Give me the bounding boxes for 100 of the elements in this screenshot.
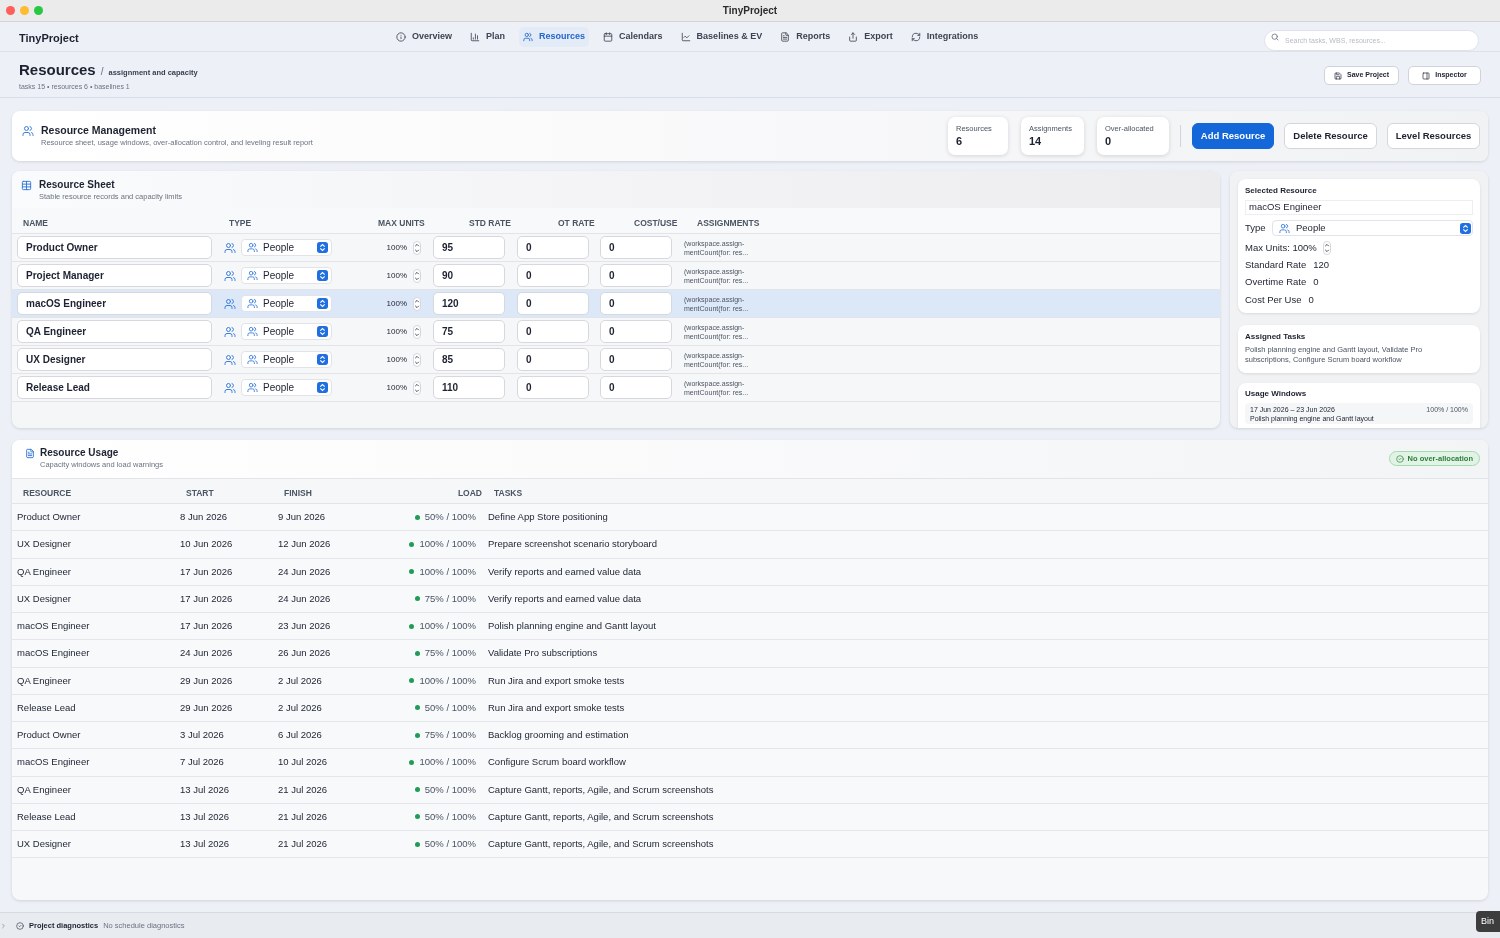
table-cell: Run Jira and export smoke tests — [488, 673, 625, 688]
cost-field[interactable]: 0 — [600, 292, 672, 315]
column-header: ASSIGNMENTS — [697, 217, 760, 228]
card-title: Resource Sheet — [39, 179, 116, 191]
name-field[interactable]: Project Manager — [17, 264, 212, 287]
table-cell-text: UX Designer — [17, 537, 72, 552]
cost-field[interactable]: 0 — [600, 236, 672, 259]
stepper-icon[interactable] — [413, 324, 421, 339]
cost-field[interactable]: 0 — [600, 376, 672, 399]
table-cell: Prepare screenshot scenario storyboard — [488, 537, 657, 552]
users-icon — [1279, 222, 1290, 234]
table-cell-text: Define App Store positioning — [488, 510, 608, 524]
rate-field[interactable]: 0 — [517, 320, 589, 343]
close-icon[interactable] — [6, 6, 15, 15]
name-field[interactable]: macOS Engineer — [17, 292, 212, 315]
type-select[interactable]: People — [241, 323, 332, 340]
users-icon — [523, 31, 534, 42]
rate-field[interactable]: 110 — [433, 376, 505, 399]
calendar-icon — [603, 31, 614, 42]
search-icon — [1271, 32, 1279, 41]
column-header: START — [186, 488, 214, 498]
field-label: Type — [1245, 220, 1267, 235]
max-units-value: 100% — [386, 353, 407, 366]
cost-field[interactable]: 0 — [600, 320, 672, 343]
select-arrows-icon — [317, 242, 328, 253]
table-cell-text: 24 Jun 2026 — [180, 646, 234, 661]
stepper-icon[interactable] — [413, 268, 421, 283]
cost-field[interactable]: 0 — [600, 348, 672, 371]
rate-field[interactable]: 90 — [433, 264, 505, 287]
rate-field[interactable]: 95 — [433, 236, 505, 259]
action-button[interactable]: Delete Resource — [1284, 123, 1377, 149]
rate-field[interactable]: 0 — [517, 264, 589, 287]
name-field[interactable]: QA Engineer — [17, 320, 212, 343]
load-value: 75% / 100% — [424, 591, 476, 606]
column-header: OT RATE — [558, 217, 595, 228]
name-field[interactable]: Release Lead — [17, 376, 212, 399]
type-select[interactable]: People — [241, 295, 332, 312]
rate-field[interactable]: 0 — [517, 236, 589, 259]
bar-chart-icon — [470, 31, 481, 42]
type-select[interactable]: People — [241, 239, 332, 256]
table-cell-text: 2 Jul 2026 — [278, 673, 323, 688]
users-icon — [224, 353, 236, 366]
type-select[interactable]: People — [241, 379, 332, 396]
table-cell-text: 17 Jun 2026 — [180, 619, 234, 633]
chevron-icon[interactable] — [0, 921, 7, 930]
users-icon — [247, 326, 258, 337]
rate-field[interactable]: 75 — [433, 320, 505, 343]
card-title: Resource Management — [41, 124, 157, 137]
action-button[interactable]: Add Resource — [1192, 123, 1274, 149]
stat-value: 6 — [956, 134, 964, 148]
load-value: 75% / 100% — [424, 646, 476, 661]
name-field[interactable]: Product Owner — [17, 236, 212, 259]
stepper-icon[interactable] — [413, 380, 421, 395]
stepper-icon[interactable] — [413, 296, 421, 311]
max-units-value: 100% — [386, 297, 407, 310]
card-title: Resource Usage — [40, 447, 120, 459]
zoom-icon[interactable] — [34, 6, 43, 15]
nav-tab[interactable]: Calendars — [599, 26, 667, 47]
table-cell-text: QA Engineer — [17, 673, 72, 688]
nav-tab[interactable]: Resources — [519, 26, 590, 47]
section-title: Assigned Tasks — [1245, 332, 1307, 342]
nav-tab[interactable]: Integrations — [906, 26, 983, 47]
column-header: COST/USE — [634, 217, 678, 228]
table-cell-text: QA Engineer — [17, 782, 72, 797]
rate-field[interactable]: 0 — [517, 348, 589, 371]
table-cell-text: Release Lead — [17, 700, 77, 715]
users-icon — [224, 325, 236, 338]
stepper-icon[interactable] — [1322, 241, 1331, 255]
type-select[interactable]: People — [1272, 220, 1473, 236]
load-value: 75% / 100% — [424, 728, 476, 742]
column-header: TYPE — [229, 217, 252, 228]
users-icon — [247, 242, 258, 253]
load-value: 100% / 100% — [419, 564, 476, 579]
stepper-icon[interactable] — [413, 240, 421, 255]
rate-field[interactable]: 0 — [517, 376, 589, 399]
table-cell-text: 3 Jul 2026 — [180, 728, 225, 742]
table-cell-text: 21 Jul 2026 — [278, 782, 329, 797]
users-icon — [224, 297, 236, 310]
nav-tab[interactable]: Baselines & EV — [676, 26, 767, 47]
type-select[interactable]: People — [241, 267, 332, 284]
users-icon — [224, 269, 236, 282]
nav-tab[interactable]: Reports — [776, 26, 835, 47]
nav-tab[interactable]: Overview — [392, 26, 457, 47]
table-cell-text: 10 Jun 2026 — [180, 537, 234, 552]
max-units-value: 100% — [386, 269, 407, 282]
rate-field[interactable]: 120 — [433, 292, 505, 315]
action-button[interactable]: Level Resources — [1387, 123, 1480, 149]
rate-field[interactable]: 0 — [517, 292, 589, 315]
type-select[interactable]: People — [241, 351, 332, 368]
nav-tab[interactable]: Export — [844, 26, 897, 47]
rate-field[interactable]: 85 — [433, 348, 505, 371]
field-label: Cost Per Use — [1245, 292, 1302, 307]
table-cell: Verify reports and earned value data — [488, 564, 642, 579]
stepper-icon[interactable] — [413, 352, 421, 367]
cost-field[interactable]: 0 — [600, 264, 672, 287]
table-cell: Verify reports and earned value data — [488, 591, 642, 606]
name-field[interactable]: UX Designer — [17, 348, 212, 371]
name-field[interactable]: macOS Engineer — [1245, 200, 1473, 215]
nav-tab[interactable]: Plan — [466, 26, 510, 47]
table-cell-text: 21 Jul 2026 — [278, 809, 329, 824]
